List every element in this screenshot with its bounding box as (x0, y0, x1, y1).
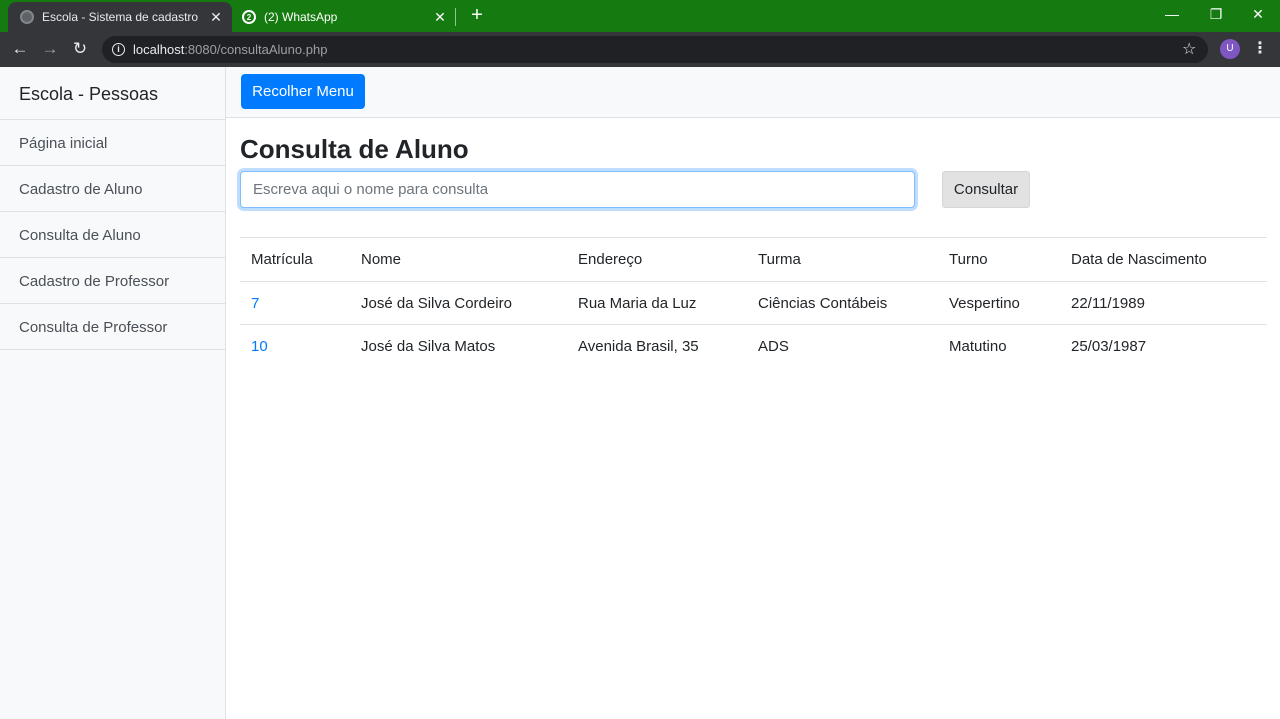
new-tab-button[interactable]: + (466, 3, 488, 27)
address-bar[interactable]: i localhost:8080/consultaAluno.php ☆ (102, 36, 1208, 63)
search-input[interactable] (240, 171, 915, 208)
cell-turno: Vespertino (938, 281, 1060, 325)
sidebar: Escola - Pessoas Página inicial Cadastro… (0, 67, 226, 719)
tab-whatsapp[interactable]: 2 (2) WhatsApp ✕ (234, 2, 456, 32)
cell-endereco: Rua Maria da Luz (567, 281, 747, 325)
browser-toolbar: ← → ↻ i localhost:8080/consultaAluno.php… (0, 32, 1280, 67)
tab-escola[interactable]: Escola - Sistema de cadastro ✕ (8, 2, 232, 32)
close-tab-icon[interactable]: ✕ (206, 9, 226, 26)
tab-separator (455, 8, 456, 26)
forward-arrow-icon[interactable]: → (37, 36, 63, 62)
cell-turma: Ciências Contábeis (747, 281, 938, 325)
search-button[interactable]: Consultar (942, 171, 1030, 208)
info-icon[interactable]: i (112, 43, 125, 56)
cell-data-nascimento: 25/03/1987 (1071, 337, 1147, 355)
column-header-data-nascimento: Data de Nascimento (1060, 237, 1267, 282)
profile-avatar[interactable]: U (1220, 39, 1240, 59)
table-header-row: Matrícula Nome Endereço Turma Turno Data… (240, 237, 1267, 282)
back-arrow-icon[interactable]: ← (7, 36, 33, 62)
page-title: Consulta de Aluno (240, 134, 469, 164)
column-header-turno: Turno (938, 237, 1060, 282)
tab-title: (2) WhatsApp (264, 10, 338, 24)
sidebar-item-consulta-aluno[interactable]: Consulta de Aluno (0, 212, 225, 258)
table-row: 7 José da Silva Cordeiro Rua Maria da Lu… (240, 281, 1267, 325)
sidebar-heading: Escola - Pessoas (0, 67, 225, 120)
table-row: 10 José da Silva Matos Avenida Brasil, 3… (240, 325, 1267, 368)
cell-nome: José da Silva Matos (361, 337, 496, 355)
globe-icon (20, 10, 34, 24)
matricula-link[interactable]: 7 (251, 295, 259, 312)
close-window-button[interactable]: ✕ (1236, 0, 1280, 28)
cell-turno: Matutino (949, 337, 1007, 355)
sidebar-item-cadastro-aluno[interactable]: Cadastro de Aluno (0, 166, 225, 212)
bookmark-star-icon[interactable]: ☆ (1182, 39, 1196, 59)
url-text: localhost:8080/consultaAluno.php (133, 42, 328, 57)
column-header-turma: Turma (747, 237, 938, 282)
restore-button[interactable]: ❐ (1194, 0, 1238, 28)
browser-titlebar: Escola - Sistema de cadastro ✕ 2 (2) Wha… (0, 0, 1280, 32)
cell-nome: José da Silva Cordeiro (350, 281, 567, 325)
cell-matricula: 7 (240, 281, 350, 325)
tab-title: Escola - Sistema de cadastro (42, 10, 199, 24)
students-table: Matrícula Nome Endereço Turma Turno Data… (240, 237, 1267, 368)
cell-matricula: 10 (240, 325, 350, 368)
column-header-matricula: Matrícula (240, 237, 350, 282)
whatsapp-icon: 2 (242, 10, 256, 24)
column-header-endereco: Endereço (567, 237, 747, 282)
top-navbar: Recolher Menu (226, 67, 1280, 118)
sidebar-item-consulta-professor[interactable]: Consulta de Professor (0, 304, 225, 350)
more-menu-icon[interactable]: ⋮ (1250, 36, 1270, 62)
toggle-menu-button[interactable]: Recolher Menu (241, 74, 365, 109)
cell-data-nascimento: 22/11/1989 (1060, 281, 1267, 325)
sidebar-item-cadastro-professor[interactable]: Cadastro de Professor (0, 258, 225, 304)
minimize-button[interactable]: — (1150, 0, 1194, 28)
cell-turma: ADS (758, 337, 789, 355)
sidebar-item-pagina-inicial[interactable]: Página inicial (0, 120, 225, 166)
close-tab-icon[interactable]: ✕ (430, 9, 450, 26)
column-header-nome: Nome (350, 237, 567, 282)
matricula-link[interactable]: 10 (251, 338, 268, 355)
cell-endereco: Avenida Brasil, 35 (578, 337, 699, 355)
reload-icon[interactable]: ↻ (67, 36, 93, 62)
